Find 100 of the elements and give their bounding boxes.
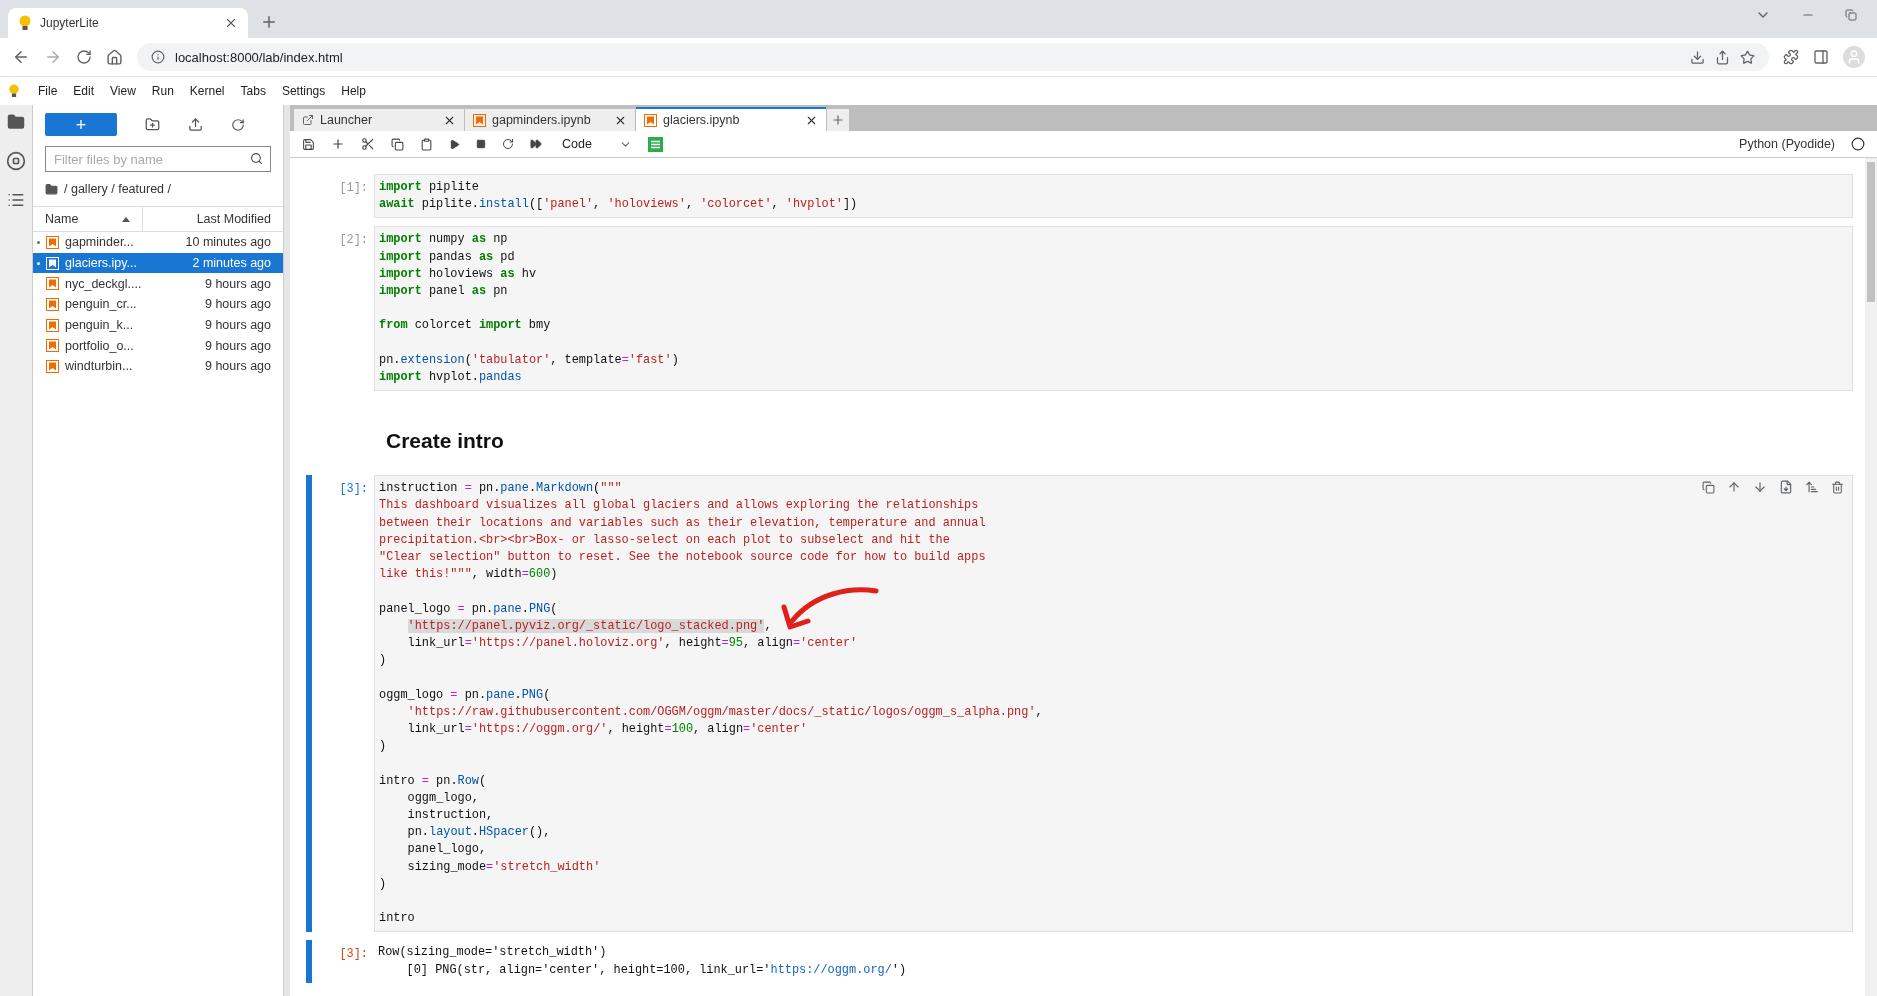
cut-icon[interactable]: [361, 137, 375, 151]
share-icon[interactable]: [1715, 49, 1730, 65]
star-icon[interactable]: [1740, 49, 1755, 65]
file-row[interactable]: penguin_k... 9 hours ago: [33, 314, 283, 336]
code-line: intro: [379, 910, 415, 928]
folder-icon[interactable]: [7, 113, 25, 131]
browser-tab[interactable]: JupyterLite: [8, 8, 248, 38]
notebook-file-icon: [46, 339, 59, 353]
move-up-icon[interactable]: [1727, 480, 1741, 495]
file-row[interactable]: glaciers.ipy... 2 minutes ago: [33, 252, 283, 274]
cell-prompt: [2]:: [338, 232, 369, 250]
delete-icon[interactable]: [1831, 480, 1844, 495]
copy-icon[interactable]: [391, 137, 404, 151]
code-line: "Clear selection" button to reset. See the notebook source code for how to build apps: [379, 549, 986, 566]
modified-time: 9 hours ago: [204, 297, 271, 312]
address-bar[interactable]: localhost:8000/lab/index.html: [137, 43, 1769, 71]
menu-item[interactable]: Kernel: [181, 84, 233, 98]
run-icon[interactable]: [449, 138, 460, 150]
close-icon[interactable]: [224, 16, 238, 30]
new-launcher-button[interactable]: +: [45, 113, 117, 136]
stop-icon[interactable]: [476, 139, 486, 149]
modified-time: 9 hours ago: [204, 359, 271, 374]
duplicate-icon[interactable]: [1702, 480, 1715, 495]
kernel-name[interactable]: Python (Pyodide): [1739, 137, 1835, 151]
bulb-icon: [18, 15, 32, 31]
scrollbar[interactable]: [1865, 158, 1877, 996]
menu-item[interactable]: File: [30, 84, 66, 98]
code-line: await piplite.install(['panel', 'holoviews', 'colorcet', 'hvplot']): [379, 196, 858, 214]
code-line: import piplite: [379, 179, 479, 196]
document-tab[interactable]: Launcher: [294, 109, 464, 131]
code-line: import numpy as np: [379, 231, 508, 249]
back-icon[interactable]: [12, 48, 30, 66]
breadcrumb[interactable]: / gallery / featured /: [64, 182, 171, 196]
puzzle-icon[interactable]: [1783, 49, 1799, 65]
menu-item[interactable]: Settings: [273, 84, 334, 98]
cell-prompt: [1]:: [338, 180, 369, 197]
fast-forward-icon[interactable]: [530, 138, 542, 150]
code-line: This dashboard visualizes all global glaciers and allows exploring the relationships: [379, 497, 979, 515]
code-line: 'https://panel.pyviz.org/_static/logo_stacked.png',: [407, 617, 772, 635]
notebook-file-icon: [473, 113, 486, 127]
file-row[interactable]: gapminder... 10 minutes ago: [33, 232, 283, 253]
menu-item[interactable]: Edit: [65, 84, 103, 98]
sliders-icon[interactable]: [648, 136, 663, 152]
stop-circle-icon[interactable]: [6, 151, 26, 171]
upload-icon[interactable]: [188, 117, 203, 132]
paste-icon[interactable]: [420, 137, 433, 151]
install-icon[interactable]: [1690, 49, 1705, 65]
code-line: sizing_mode='stretch_width': [407, 858, 601, 876]
notebook-file-icon: [46, 235, 59, 249]
file-name: gapminder...: [65, 235, 135, 250]
modified-time: 9 hours ago: [204, 276, 271, 291]
document-tab[interactable]: glaciers.ipynb: [636, 107, 826, 131]
cell-prompt: [3]:: [338, 481, 369, 499]
code-cell-input[interactable]: import piplite await piplite.install(['panel', 'holoviews', 'colorcet', 'hvplot']): [374, 174, 1853, 219]
code-cell-input[interactable]: [374, 475, 1853, 933]
move-down-icon[interactable]: [1753, 480, 1767, 495]
column-header[interactable]: Last Modified: [143, 207, 283, 231]
folder-icon[interactable]: [45, 182, 58, 196]
code-line: oggm_logo = pn.pane.PNG(: [379, 686, 551, 704]
side-panel-icon[interactable]: [1813, 49, 1829, 65]
file-row[interactable]: portfolio_o... 9 hours ago: [33, 335, 283, 357]
code-line: link_url='https://oggm.org/', height=100, align='center': [407, 721, 808, 738]
file-row[interactable]: nyc_deckgl.... 9 hours ago: [33, 273, 283, 295]
file-name: penguin_k...: [65, 318, 135, 333]
menu-item[interactable]: Tabs: [232, 84, 274, 98]
filter-field[interactable]: Filter files by name: [45, 146, 271, 172]
list-icon[interactable]: [7, 191, 25, 209]
column-header[interactable]: Name: [33, 207, 143, 231]
code-cell-input[interactable]: import numpy as np import pandas as pd import holoviews as hv import panel as pn from colorcet import bmy pn.extension('tabulator', template='fast') import hvplot.pandas: [374, 226, 1853, 392]
file-name: nyc_deckgl....: [65, 276, 143, 291]
code-line: instruction,: [407, 807, 494, 824]
home-icon[interactable]: [106, 48, 123, 66]
file-row[interactable]: penguin_cr... 9 hours ago: [33, 294, 283, 315]
code-line: panel_logo = pn.pane.PNG(: [379, 600, 558, 618]
reload-icon[interactable]: [76, 49, 92, 65]
cell-type-dropdown[interactable]: Code: [562, 137, 632, 151]
menu-item[interactable]: Run: [143, 84, 182, 98]
search-icon: [250, 152, 263, 165]
new-folder-icon[interactable]: [145, 117, 160, 132]
info-icon[interactable]: [151, 50, 165, 64]
file-row[interactable]: windturbin... 9 hours ago: [33, 356, 283, 377]
menu-item[interactable]: Help: [333, 84, 374, 98]
section-heading: Create intro: [386, 429, 505, 454]
file-name: windturbin...: [65, 359, 134, 374]
output-prompt: [3]:: [338, 946, 369, 964]
save-icon[interactable]: [302, 137, 315, 151]
file-name: glaciers.ipy...: [65, 256, 138, 271]
code-line: from colorcet import bmy: [379, 317, 551, 335]
document-tab[interactable]: gapminders.ipynb: [465, 109, 635, 131]
link[interactable]: https://oggm.org/: [770, 962, 892, 977]
restore-icon[interactable]: [1845, 9, 1857, 21]
modified-time: 9 hours ago: [204, 318, 271, 333]
restart-icon[interactable]: [502, 138, 514, 150]
code-line: link_url='https://panel.holoviz.org', height=95, align='center': [407, 635, 858, 652]
url-text: localhost:8000/lab/index.html: [175, 49, 343, 65]
menu-item[interactable]: View: [102, 84, 144, 98]
plus-icon[interactable]: [331, 137, 345, 151]
new-tab-icon[interactable]: [260, 13, 278, 31]
code-line: Row(sizing_mode='stretch_width'): [378, 944, 607, 962]
refresh-icon[interactable]: [231, 117, 245, 132]
